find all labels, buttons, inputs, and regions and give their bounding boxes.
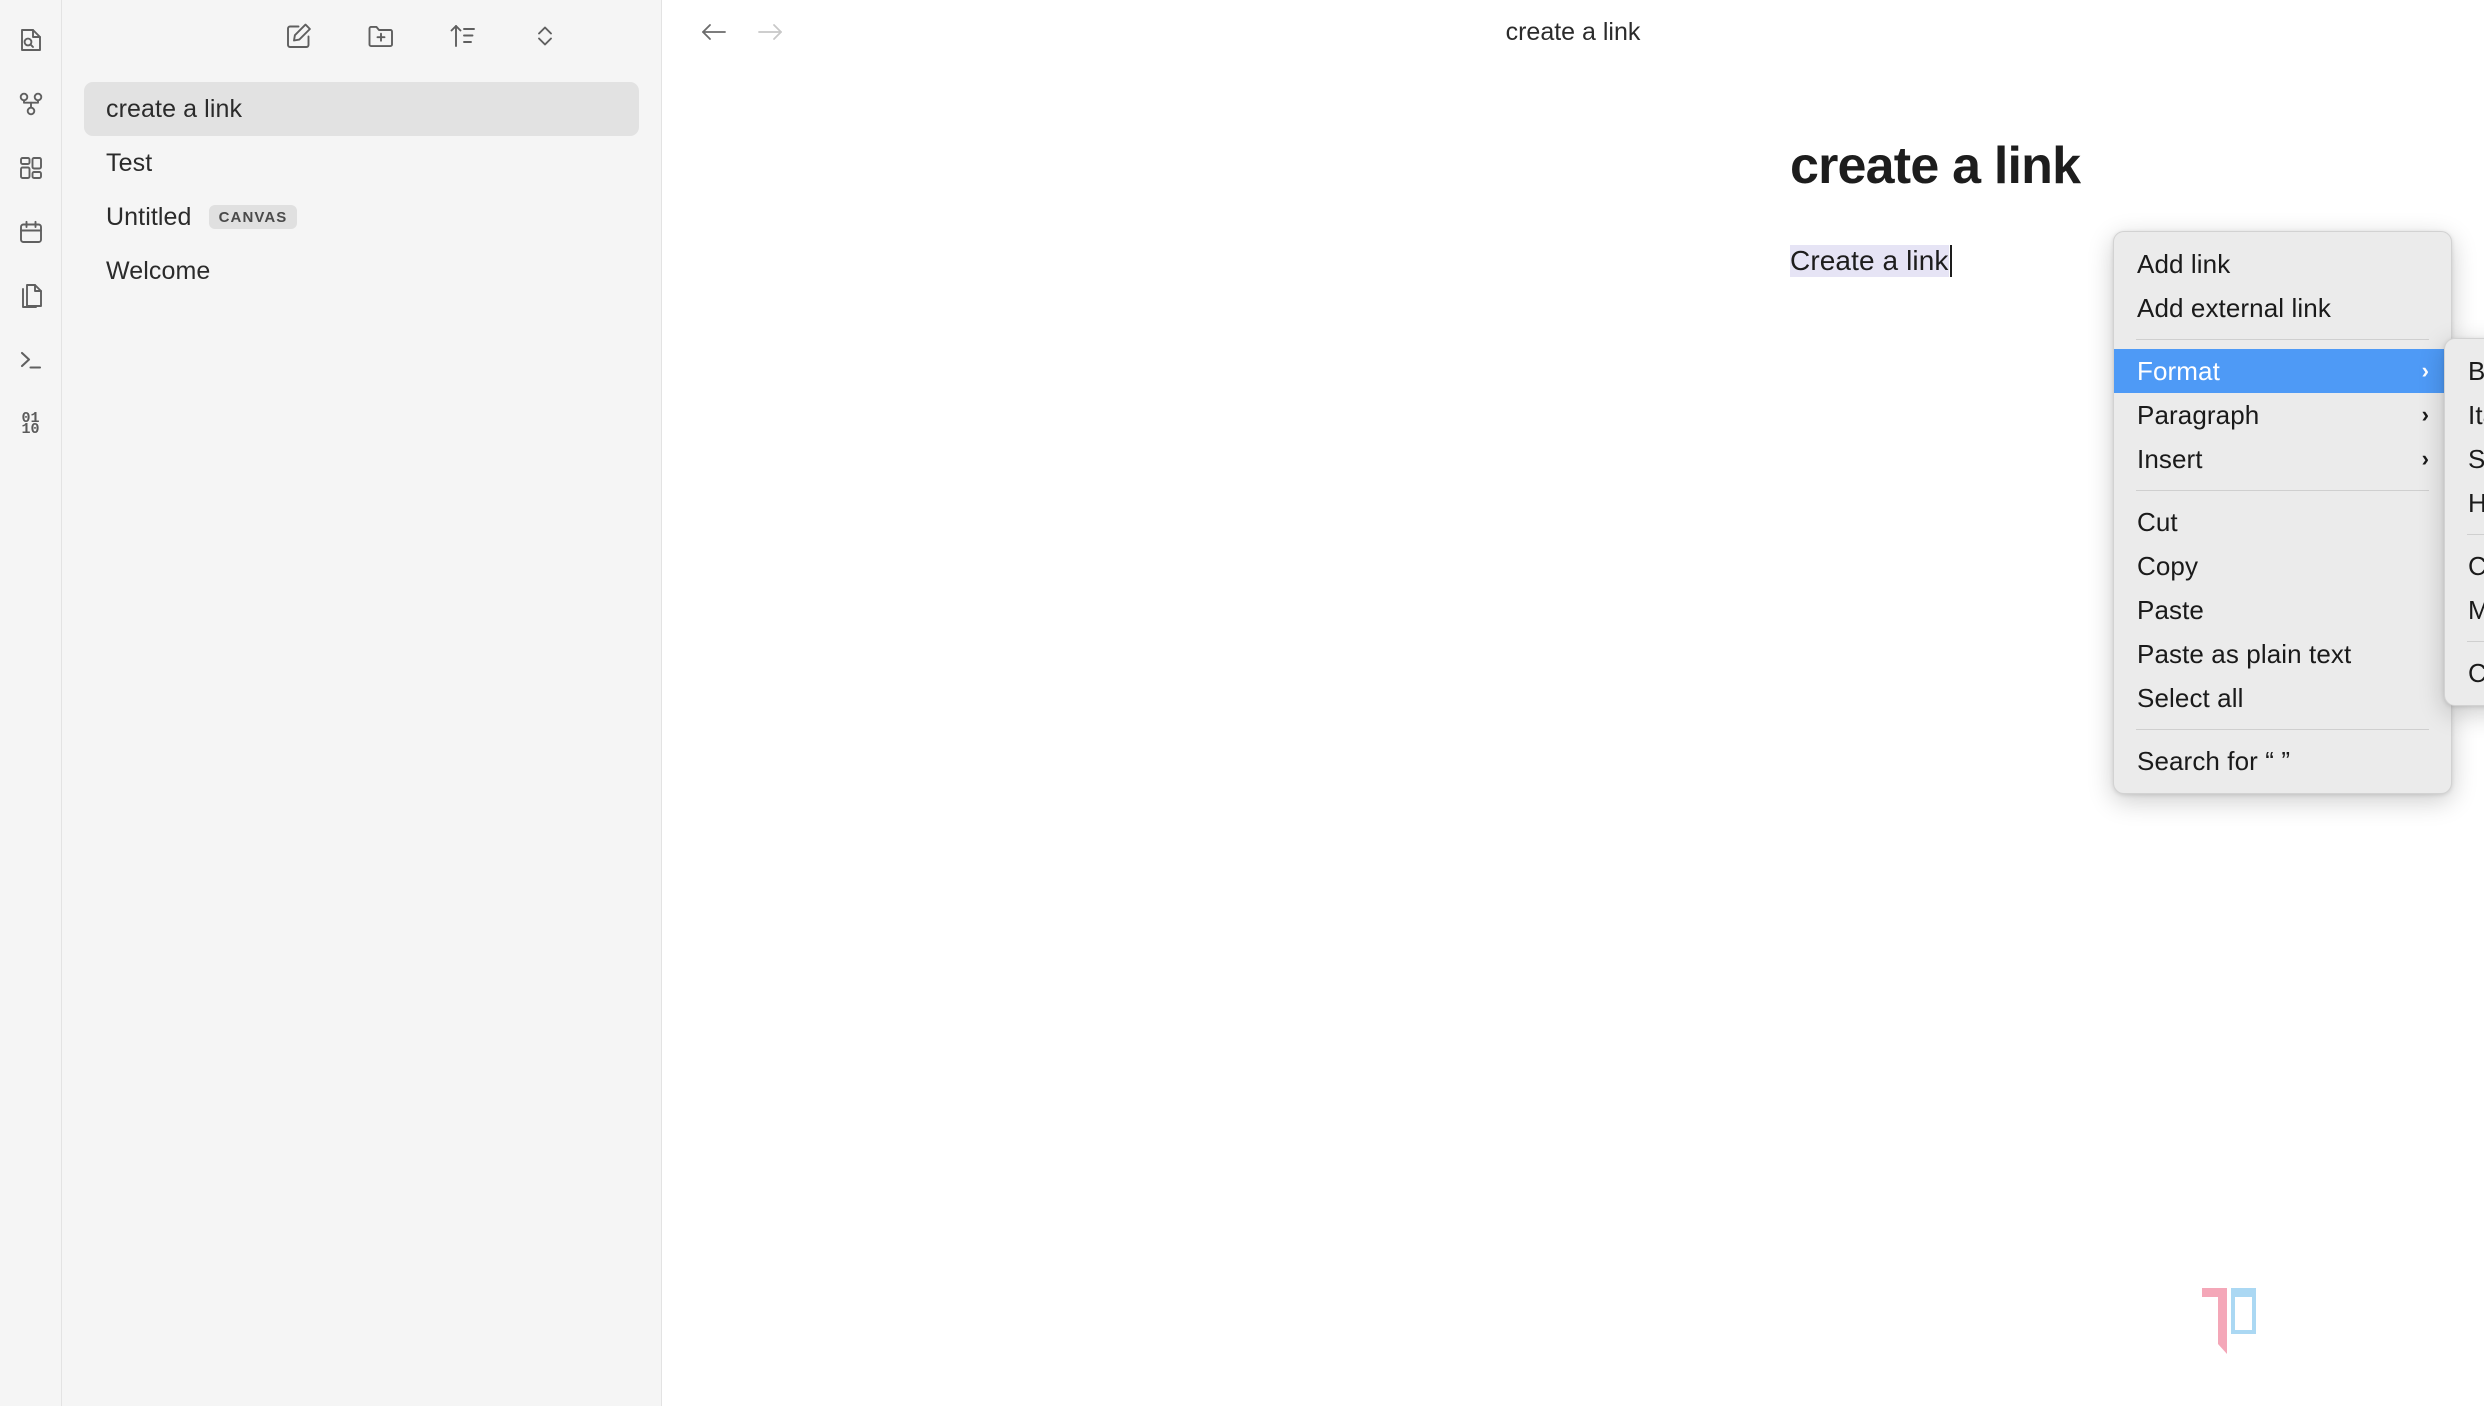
submenu-item-highlight[interactable]: Highlight: [2445, 481, 2484, 525]
file-search-icon[interactable]: [9, 18, 53, 62]
document-body[interactable]: Create a link: [1790, 244, 1952, 277]
notes-sidebar: create a link Test Untitled CANVAS Welco…: [62, 0, 662, 1406]
binary-glyph: 01 10: [21, 410, 40, 438]
menu-item-label: Format: [2137, 355, 2220, 386]
graph-view-icon[interactable]: [9, 82, 53, 126]
menu-item-label: Select all: [2137, 682, 2244, 713]
calendar-icon[interactable]: [9, 210, 53, 254]
editor-pane: create a link create a link Create a lin…: [662, 0, 2484, 1406]
menu-item-add-external-link[interactable]: Add external link: [2114, 286, 2451, 330]
menu-item-paste-plain-text[interactable]: Paste as plain text: [2114, 632, 2451, 676]
expand-collapse-icon[interactable]: [524, 15, 566, 57]
menu-item-copy[interactable]: Copy: [2114, 544, 2451, 588]
submenu-item-label: Bold: [2468, 355, 2484, 386]
format-submenu[interactable]: Bold Italic Strikethrough Highlight Code…: [2444, 338, 2484, 706]
submenu-item-italic[interactable]: Italic: [2445, 393, 2484, 437]
menu-item-label: Cut: [2137, 506, 2178, 537]
app-window: 01 10 create a link Test Untitled CANVAS…: [0, 0, 2484, 1406]
page-title: create a link: [1505, 17, 1641, 46]
menu-separator: [2136, 490, 2429, 491]
new-note-icon[interactable]: [278, 15, 320, 57]
chevron-right-icon: ›: [2421, 402, 2429, 427]
note-title: Welcome: [106, 256, 211, 285]
duplicate-pages-icon[interactable]: [9, 274, 53, 318]
menu-item-paragraph[interactable]: Paragraph ›: [2114, 393, 2451, 437]
forward-arrow-icon[interactable]: [750, 12, 790, 52]
submenu-item-strikethrough[interactable]: Strikethrough: [2445, 437, 2484, 481]
note-title: Untitled: [106, 202, 192, 231]
menu-item-label: Search for “ ”: [2137, 745, 2291, 776]
menu-separator: [2136, 729, 2429, 730]
sort-ascending-icon[interactable]: [442, 15, 484, 57]
submenu-item-clear-formatting[interactable]: Clear formatting: [2445, 651, 2484, 695]
menu-item-paste[interactable]: Paste: [2114, 588, 2451, 632]
menu-item-select-all[interactable]: Select all: [2114, 676, 2451, 720]
menu-item-label: Paste as plain text: [2137, 638, 2352, 669]
menu-item-label: Add external link: [2137, 292, 2331, 323]
context-menu[interactable]: Add link Add external link Format › Para…: [2113, 231, 2452, 794]
binary-icon[interactable]: 01 10: [9, 402, 53, 446]
xda-logo-icon: [2202, 1288, 2256, 1354]
list-item[interactable]: Welcome: [84, 244, 639, 298]
text-caret: [1949, 244, 1952, 277]
nav-arrows: [694, 12, 790, 52]
submenu-item-label: Italic: [2468, 399, 2484, 430]
menu-separator: [2136, 339, 2429, 340]
menu-separator: [2467, 641, 2484, 642]
submenu-item-label: Strikethrough: [2468, 443, 2484, 474]
status-badge: CANVAS: [208, 205, 298, 229]
list-item[interactable]: Untitled CANVAS: [84, 190, 639, 244]
menu-item-label: Paste: [2137, 594, 2204, 625]
menu-item-format[interactable]: Format ›: [2114, 349, 2451, 393]
submenu-item-math[interactable]: Math: [2445, 588, 2484, 632]
xda-wordmark: [2282, 1297, 2446, 1345]
submenu-item-label: Highlight: [2468, 487, 2484, 518]
new-folder-icon[interactable]: [360, 15, 402, 57]
menu-item-add-link[interactable]: Add link: [2114, 242, 2451, 286]
menu-item-label: Copy: [2137, 550, 2199, 581]
menu-item-label: Paragraph: [2137, 399, 2260, 430]
menu-item-search-for[interactable]: Search for “ ”: [2114, 739, 2451, 783]
terminal-icon[interactable]: [9, 338, 53, 382]
dashboard-grid-icon[interactable]: [9, 146, 53, 190]
menu-item-label: Insert: [2137, 443, 2203, 474]
menu-item-cut[interactable]: Cut: [2114, 500, 2451, 544]
list-item[interactable]: create a link: [84, 82, 639, 136]
chevron-right-icon: ›: [2421, 358, 2429, 383]
submenu-item-label: Clear formatting: [2468, 657, 2484, 688]
menu-item-insert[interactable]: Insert ›: [2114, 437, 2451, 481]
list-item[interactable]: Test: [84, 136, 639, 190]
menu-item-label: Add link: [2137, 248, 2231, 279]
document-title[interactable]: create a link: [1790, 137, 2484, 197]
submenu-item-bold[interactable]: Bold: [2445, 349, 2484, 393]
submenu-item-label: Code: [2468, 550, 2484, 581]
submenu-item-label: Math: [2468, 594, 2484, 625]
menu-separator: [2467, 534, 2484, 535]
note-title: Test: [106, 148, 153, 177]
chevron-right-icon: ›: [2421, 446, 2429, 471]
icon-rail: 01 10: [0, 0, 62, 1406]
editor-topbar: create a link: [662, 0, 2484, 64]
xda-watermark: [2198, 1284, 2446, 1358]
notes-list: create a link Test Untitled CANVAS Welco…: [62, 72, 661, 298]
submenu-item-code[interactable]: Code: [2445, 544, 2484, 588]
document-body-text: Create a link: [1790, 244, 1949, 277]
back-arrow-icon[interactable]: [694, 12, 734, 52]
sidebar-toolbar: [62, 0, 661, 72]
note-title: create a link: [106, 94, 243, 123]
